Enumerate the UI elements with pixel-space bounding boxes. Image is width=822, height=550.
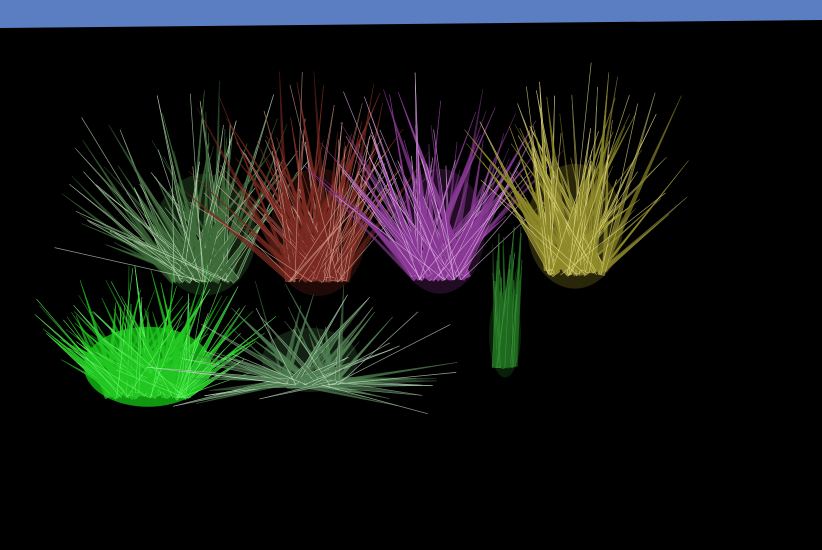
game-viewport[interactable] bbox=[0, 0, 822, 550]
scene-canvas[interactable] bbox=[0, 0, 822, 550]
grass-field bbox=[34, 62, 689, 415]
sky bbox=[0, 0, 822, 28]
